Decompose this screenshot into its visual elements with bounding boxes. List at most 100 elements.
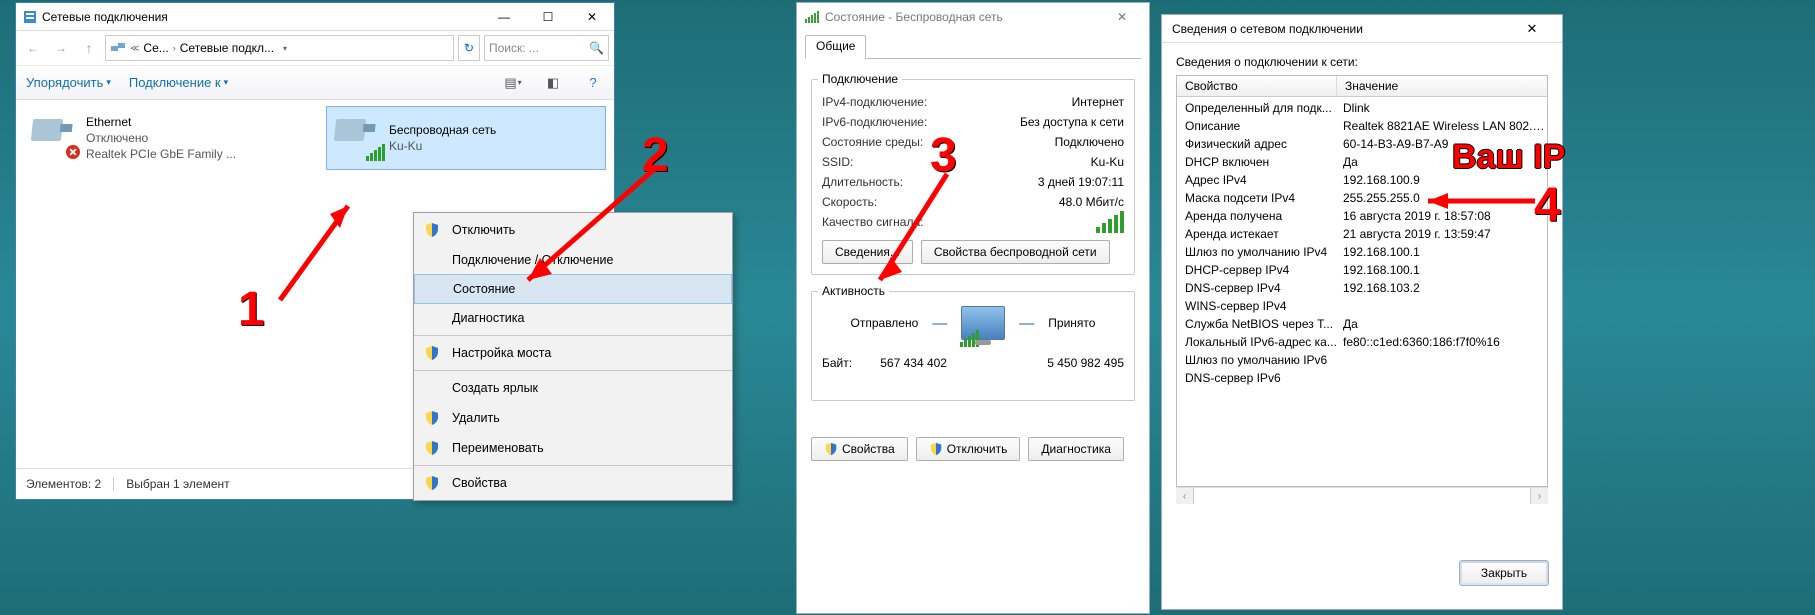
close-button[interactable]: ✕ <box>1103 3 1141 31</box>
adapter-ethernet[interactable]: Ethernet Отключено Realtek PCIe GbE Fami… <box>24 106 304 170</box>
help-button[interactable]: ? <box>582 72 604 94</box>
monitor-icon <box>961 306 1005 340</box>
col-property: Свойство <box>1177 76 1337 96</box>
crumb-parent[interactable]: Се... <box>143 41 168 55</box>
selection-count: Выбран 1 элемент <box>126 477 229 491</box>
forward-button[interactable]: → <box>49 36 73 60</box>
col-value: Значение <box>1337 76 1547 96</box>
table-row[interactable]: Шлюз по умолчанию IPv4192.168.100.1 <box>1177 243 1547 261</box>
table-row[interactable]: Аренда истекает21 августа 2019 г. 13:59:… <box>1177 225 1547 243</box>
breadcrumb[interactable]: ≪ Се... › Сетевые подкл... ▾ <box>105 35 454 61</box>
horizontal-scrollbar[interactable]: ‹› <box>1176 487 1548 503</box>
property-cell: DHCP включен <box>1177 155 1337 169</box>
footer-buttons: Свойства Отключить Диагностика <box>811 437 1135 461</box>
property-cell: DNS-сервер IPv6 <box>1177 371 1337 385</box>
table-row[interactable]: Локальный IPv6-адрес ка...fe80::c1ed:636… <box>1177 333 1547 351</box>
search-input[interactable]: Поиск: ... 🔍 <box>484 35 609 61</box>
window-controls: — ☐ ✕ <box>482 3 614 31</box>
adapter-wireless[interactable]: Беспроводная сеть Ku-Ku <box>326 106 606 170</box>
crumb-current[interactable]: Сетевые подкл... <box>180 41 274 55</box>
diagnose-button[interactable]: Диагностика <box>1028 437 1124 461</box>
table-row[interactable]: WINS-сервер IPv4 <box>1177 297 1547 315</box>
wifi-icon <box>333 117 381 159</box>
menu-rename[interactable]: Переименовать <box>414 433 732 463</box>
menu-status[interactable]: Состояние <box>414 274 732 304</box>
breadcrumb-dropdown[interactable]: ▾ <box>276 44 294 53</box>
table-row[interactable]: Аренда получена16 августа 2019 г. 18:57:… <box>1177 207 1547 225</box>
context-menu: Отключить Подключение / Отключение Состо… <box>413 212 733 501</box>
ipv6-status: Без доступа к сети <box>1020 115 1124 129</box>
search-icon: 🔍 <box>589 41 604 55</box>
titlebar[interactable]: Состояние - Беспроводная сеть ✕ <box>797 3 1149 31</box>
table-row[interactable]: Служба NetBIOS через T...Да <box>1177 315 1547 333</box>
back-button[interactable]: ← <box>21 36 45 60</box>
signal-bars-icon <box>1096 211 1124 233</box>
table-row[interactable]: DHCP-сервер IPv4192.168.100.1 <box>1177 261 1547 279</box>
table-row[interactable]: DNS-сервер IPv6 <box>1177 369 1547 387</box>
bytes-received: 5 450 982 495 <box>1047 356 1124 370</box>
annotation-1: 1 <box>238 282 265 337</box>
details-table[interactable]: Свойство Значение Определенный для подк.… <box>1176 75 1548 487</box>
window-controls: ✕ <box>1103 3 1141 31</box>
duration-value: 3 дней 19:07:11 <box>1038 175 1124 189</box>
sent-label: Отправлено <box>851 316 919 330</box>
close-button[interactable]: ✕ <box>570 3 614 31</box>
connect-to-menu[interactable]: Подключение к ▾ <box>129 75 228 90</box>
property-cell: WINS-сервер IPv4 <box>1177 299 1337 313</box>
media-state: Подключено <box>1055 135 1124 149</box>
property-cell: Шлюз по умолчанию IPv4 <box>1177 245 1337 259</box>
views-button[interactable]: ▤ ▾ <box>502 72 524 94</box>
wireless-properties-button[interactable]: Свойства беспроводной сети <box>921 240 1110 264</box>
tab-general[interactable]: Общие <box>805 35 866 59</box>
ssid-value: Ku-Ku <box>1091 155 1124 169</box>
table-row[interactable]: Маска подсети IPv4255.255.255.0 <box>1177 189 1547 207</box>
organize-menu[interactable]: Упорядочить ▾ <box>26 75 111 90</box>
close-button[interactable]: ✕ <box>1512 17 1552 41</box>
menu-disable[interactable]: Отключить <box>414 215 732 245</box>
toolbar: Упорядочить ▾ Подключение к ▾ ▤ ▾ ◧ ? <box>16 65 614 100</box>
table-row[interactable]: Определенный для подк...Dlink <box>1177 99 1547 117</box>
adapter-name: Беспроводная сеть <box>389 122 496 138</box>
titlebar[interactable]: Сведения о сетевом подключении ✕ <box>1162 15 1562 43</box>
property-cell: DNS-сервер IPv4 <box>1177 281 1337 295</box>
table-header[interactable]: Свойство Значение <box>1177 76 1547 97</box>
property-cell: Физический адрес <box>1177 137 1337 151</box>
properties-button[interactable]: Свойства <box>811 437 908 461</box>
property-cell: Маска подсети IPv4 <box>1177 191 1337 205</box>
disable-button[interactable]: Отключить <box>916 437 1021 461</box>
value-cell: 21 августа 2019 г. 13:59:47 <box>1337 227 1547 241</box>
preview-pane-button[interactable]: ◧ <box>542 72 564 94</box>
bytes-sent: 567 434 402 <box>880 356 947 370</box>
shield-icon <box>424 475 440 491</box>
menu-connect-disconnect[interactable]: Подключение / Отключение <box>414 245 732 275</box>
refresh-button[interactable]: ↻ <box>458 35 480 61</box>
window-title: Сведения о сетевом подключении <box>1172 22 1363 36</box>
details-button[interactable]: Сведения... <box>822 240 913 264</box>
property-cell: Служба NetBIOS через T... <box>1177 317 1337 331</box>
speed-value: 48.0 Мбит/с <box>1059 195 1124 209</box>
maximize-button[interactable]: ☐ <box>526 3 570 31</box>
annotation-2: 2 <box>642 128 669 183</box>
minimize-button[interactable]: — <box>482 3 526 31</box>
shield-icon <box>424 345 440 361</box>
menu-shortcut[interactable]: Создать ярлык <box>414 373 732 403</box>
menu-diagnostics[interactable]: Диагностика <box>414 303 732 333</box>
up-button[interactable]: ↑ <box>77 36 101 60</box>
value-cell: Dlink <box>1337 101 1547 115</box>
annotation-ip-label: Ваш IP <box>1452 138 1565 177</box>
connection-group: Подключение IPv4-подключение:Интернет IP… <box>811 79 1135 275</box>
shield-icon <box>424 440 440 456</box>
group-legend: Подключение <box>818 72 902 86</box>
shield-icon <box>424 410 440 426</box>
close-button-footer[interactable]: Закрыть <box>1460 561 1548 585</box>
property-cell: Аренда получена <box>1177 209 1337 223</box>
property-cell: Аренда истекает <box>1177 227 1337 241</box>
menu-bridge[interactable]: Настройка моста <box>414 338 732 368</box>
table-row[interactable]: ОписаниеRealtek 8821AE Wireless LAN 802.… <box>1177 117 1547 135</box>
value-cell: 192.168.103.2 <box>1337 281 1547 295</box>
menu-delete[interactable]: Удалить <box>414 403 732 433</box>
table-row[interactable]: DNS-сервер IPv4192.168.103.2 <box>1177 279 1547 297</box>
menu-properties[interactable]: Свойства <box>414 468 732 498</box>
titlebar[interactable]: Сетевые подключения — ☐ ✕ <box>16 3 614 31</box>
table-row[interactable]: Шлюз по умолчанию IPv6 <box>1177 351 1547 369</box>
